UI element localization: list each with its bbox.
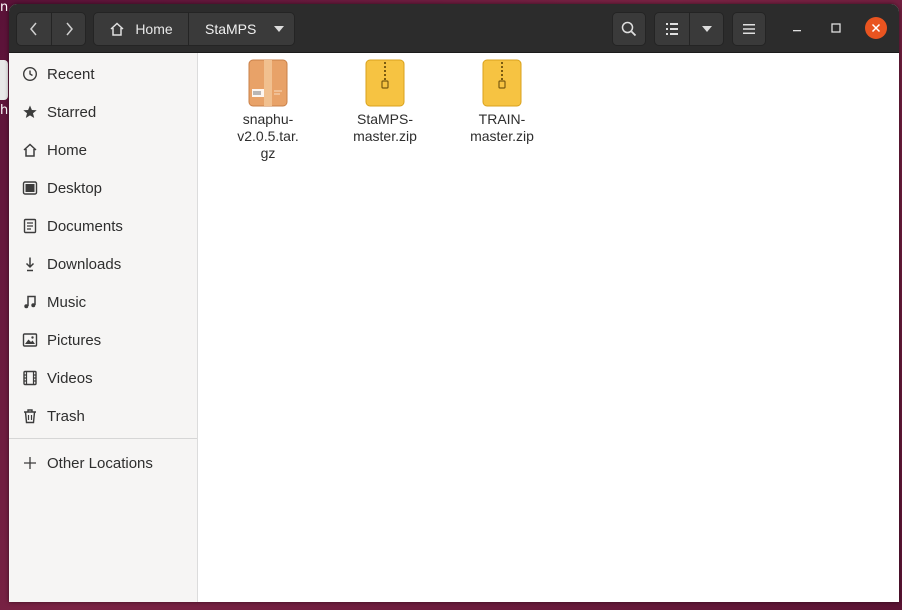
home-icon: [22, 142, 38, 158]
file-item-train-master[interactable]: TRAIN- master.zip: [452, 59, 552, 145]
sidebar-item-starred[interactable]: Starred: [9, 93, 197, 131]
picture-icon: [22, 332, 38, 348]
document-icon: [22, 218, 38, 234]
archive-icon: [248, 59, 288, 107]
sidebar-item-trash[interactable]: Trash: [9, 397, 197, 435]
sidebar-item-label: Other Locations: [47, 454, 153, 472]
search-icon: [621, 21, 637, 37]
home-icon: [110, 22, 124, 36]
file-item-snaphu[interactable]: snaphu- v2.0.5.tar. gz: [218, 59, 318, 162]
sidebar-item-label: Desktop: [47, 179, 103, 197]
zip-icon: [365, 59, 405, 107]
sidebar-item-desktop[interactable]: Desktop: [9, 169, 197, 207]
path-home-label: Home: [135, 21, 173, 37]
maximize-button[interactable]: [826, 18, 846, 38]
plus-icon: [22, 455, 38, 471]
minimize-icon: [793, 30, 801, 32]
sidebar-item-downloads[interactable]: Downloads: [9, 245, 197, 283]
dropdown-arrow-icon: [701, 26, 712, 32]
nav-buttons: [16, 12, 86, 46]
path-home-button[interactable]: Home: [94, 13, 188, 45]
sidebar-item-other-locations[interactable]: Other Locations: [9, 444, 197, 482]
sidebar-item-label: Recent: [47, 65, 95, 83]
sidebar-item-label: Documents: [47, 217, 123, 235]
sidebar-item-label: Trash: [47, 407, 85, 425]
dropdown-arrow-icon: [274, 26, 284, 32]
star-icon: [22, 104, 38, 120]
hamburger-menu-icon: [743, 24, 755, 34]
file-name: TRAIN- master.zip: [470, 111, 534, 144]
close-icon: [871, 23, 881, 33]
header-bar: Home StaMPS: [9, 4, 899, 53]
sidebar-separator: [9, 438, 197, 439]
sidebar-item-label: Downloads: [47, 255, 122, 273]
main-menu-button[interactable]: [733, 13, 765, 45]
sidebar-item-recent[interactable]: Recent: [9, 55, 197, 93]
places-sidebar: Recent Starred Home Desktop Documents Do…: [9, 53, 198, 602]
sidebar-item-music[interactable]: Music: [9, 283, 197, 321]
view-options-button[interactable]: [689, 13, 723, 45]
file-view: snaphu- v2.0.5.tar. gz StaMPS- master.zi…: [198, 53, 899, 602]
sidebar-item-label: Home: [47, 141, 88, 159]
forward-button[interactable]: [51, 13, 85, 45]
zip-icon: [482, 59, 522, 107]
path-current-button[interactable]: StaMPS: [188, 13, 294, 45]
path-current-label: StaMPS: [205, 21, 257, 37]
path-bar: Home StaMPS: [93, 12, 295, 46]
sidebar-item-home[interactable]: Home: [9, 131, 197, 169]
desktop-icon-partial[interactable]: [0, 60, 8, 100]
search-button[interactable]: [613, 13, 645, 45]
menu-group: [732, 12, 766, 46]
sidebar-item-label: Music: [47, 293, 87, 311]
minimize-button[interactable]: [787, 18, 807, 38]
music-icon: [22, 294, 38, 310]
chevron-right-icon: [65, 22, 73, 36]
chevron-left-icon: [30, 22, 37, 36]
maximize-icon: [831, 23, 841, 33]
clock-icon: [22, 66, 38, 82]
sidebar-item-label: Starred: [47, 103, 97, 121]
desktop-partial-label: n: [0, 0, 9, 15]
search-group: [612, 12, 646, 46]
video-icon: [22, 370, 38, 386]
sidebar-item-documents[interactable]: Documents: [9, 207, 197, 245]
file-item-stamps-master[interactable]: StaMPS- master.zip: [335, 59, 435, 145]
list-view-icon: [666, 23, 678, 35]
desktop-partial-label-2: h: [0, 103, 9, 118]
view-group: [654, 12, 724, 46]
close-button[interactable]: [865, 17, 887, 39]
sidebar-item-label: Videos: [47, 369, 93, 387]
desktop-icon: [22, 180, 38, 196]
trash-icon: [22, 408, 38, 424]
sidebar-item-label: Pictures: [47, 331, 102, 349]
download-icon: [22, 256, 38, 272]
view-list-button[interactable]: [655, 13, 689, 45]
sidebar-item-pictures[interactable]: Pictures: [9, 321, 197, 359]
file-name: snaphu- v2.0.5.tar. gz: [237, 111, 299, 161]
file-name: StaMPS- master.zip: [353, 111, 417, 144]
sidebar-item-videos[interactable]: Videos: [9, 359, 197, 397]
back-button[interactable]: [17, 13, 51, 45]
file-manager-window: Home StaMPS Recent Starred Home Desktop …: [9, 4, 899, 602]
